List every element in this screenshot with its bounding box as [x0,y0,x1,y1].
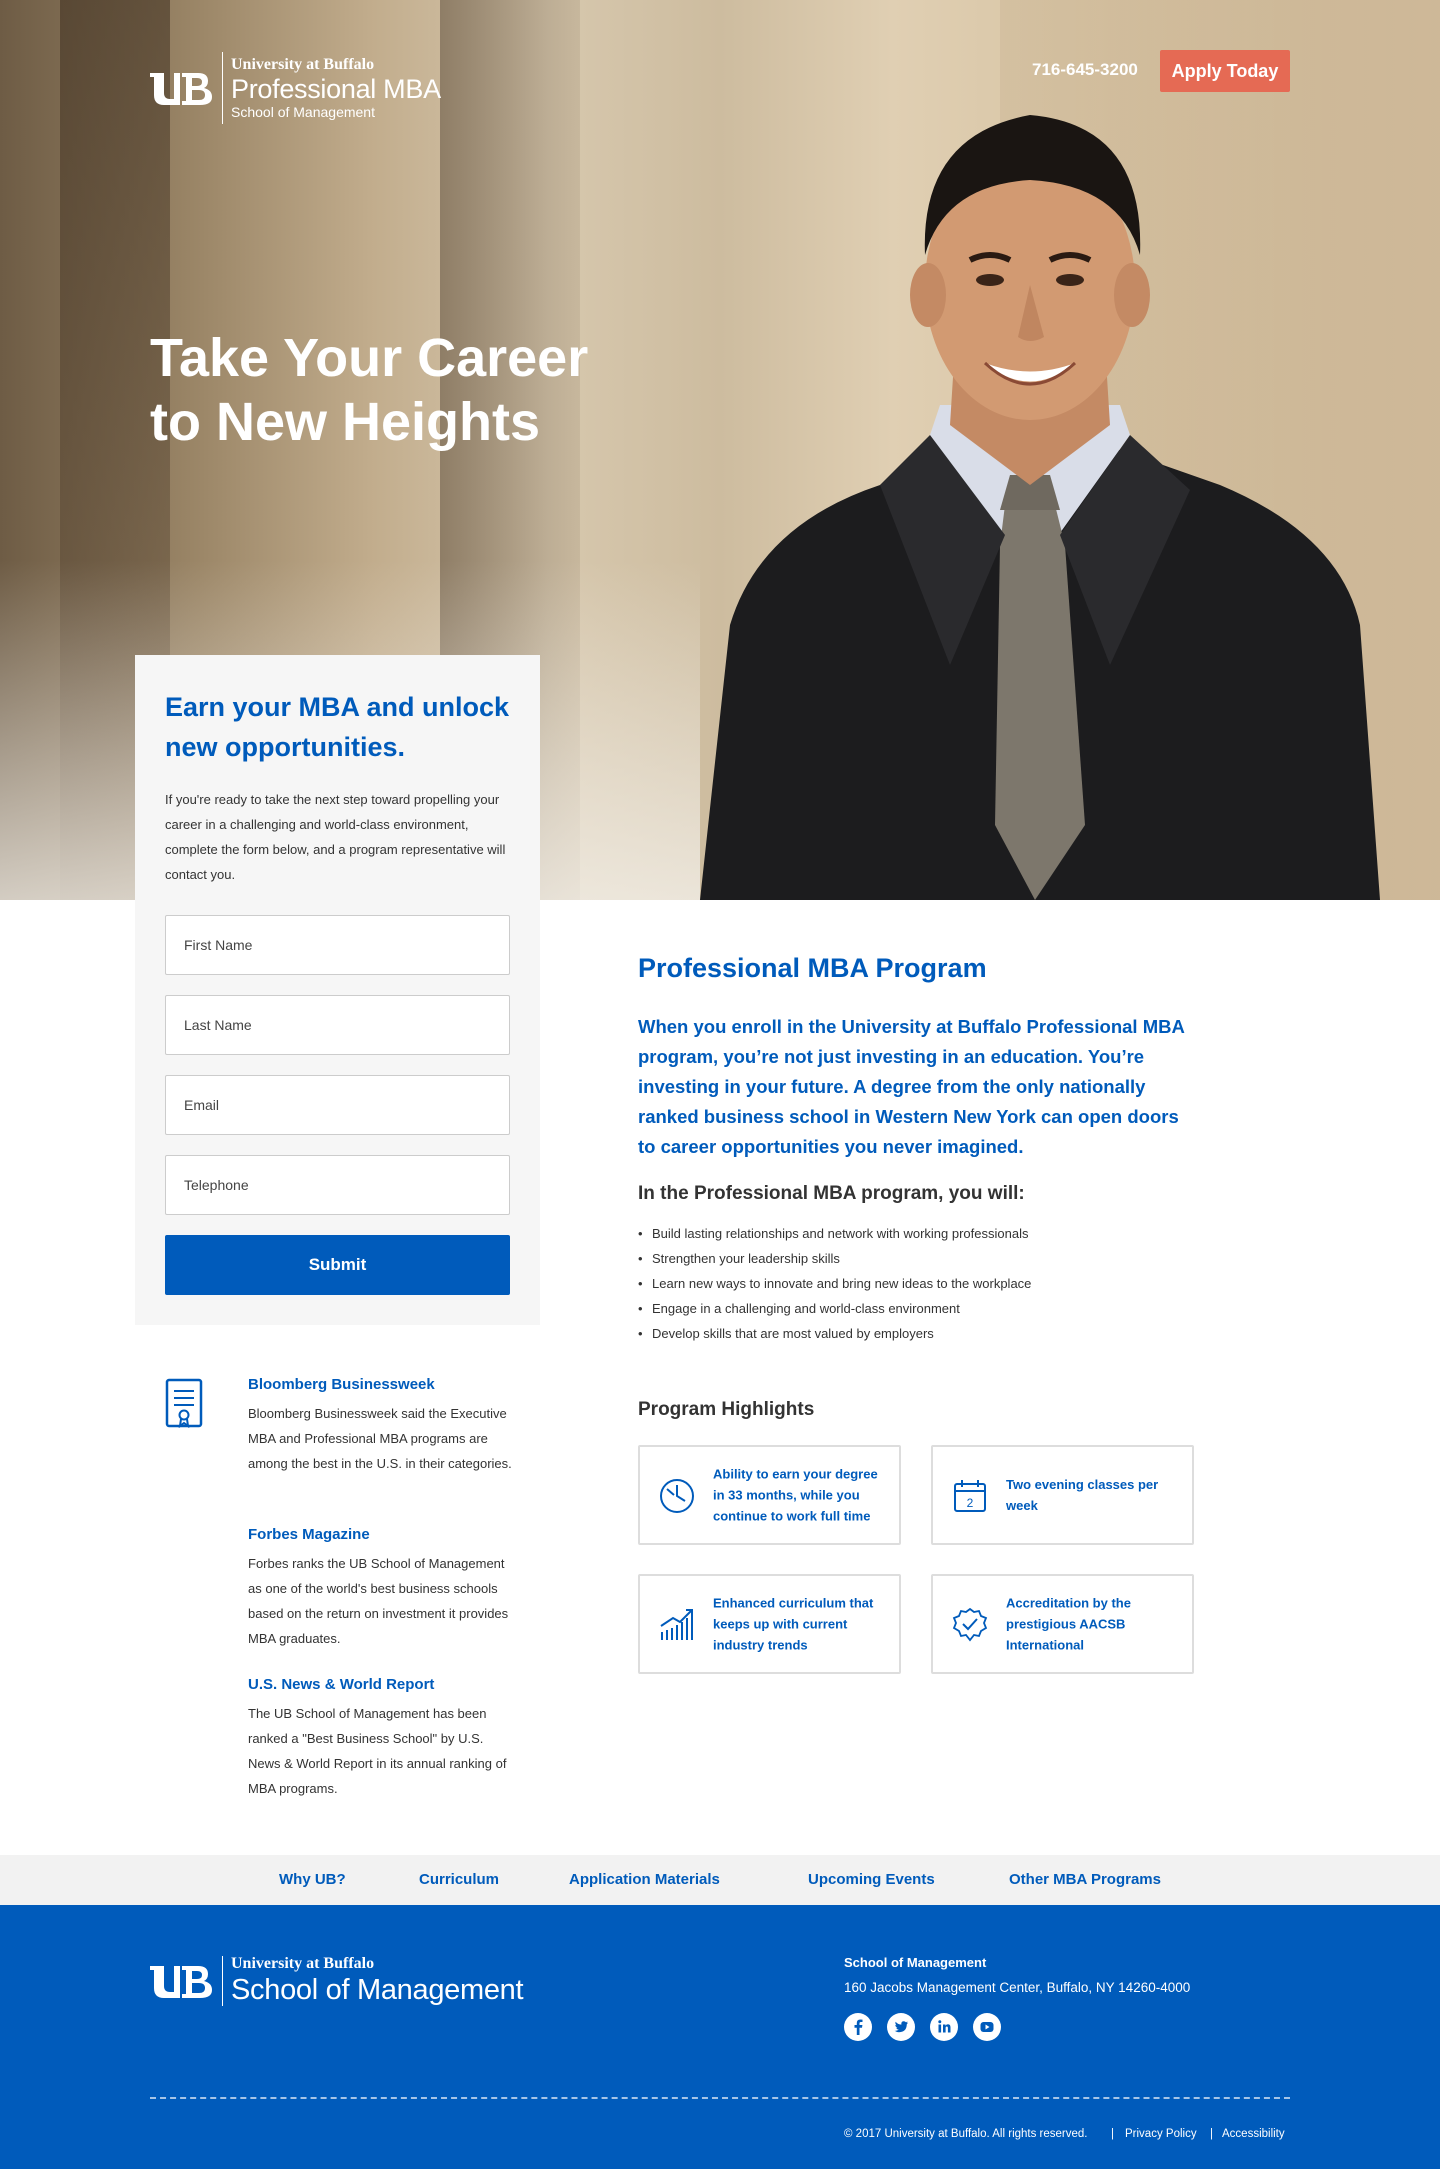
ub-logo-icon [150,73,212,105]
linkedin-icon[interactable] [930,2013,958,2041]
footer-logo[interactable]: University at Buffalo School of Manageme… [150,1955,524,2007]
highlight-text: Accreditation by the prestigious AACSB I… [1006,1595,1131,1653]
footer-divider [150,2097,1290,2099]
accessibility-link[interactable]: Accessibility [1222,2128,1285,2140]
privacy-policy-link[interactable]: Privacy Policy [1125,2128,1197,2140]
nav-link-application-materials[interactable]: Application Materials [569,1871,720,1888]
program-lead: When you enroll in the University at Buf… [638,1016,1185,1157]
logo-divider [222,52,223,124]
form-heading: Earn your MBA and unlock new opportuniti… [165,692,510,762]
ranking-text: Forbes ranks the UB School of Management… [248,1556,509,1646]
ranking-title: Forbes Magazine [248,1526,370,1543]
check-badge-icon [952,1607,988,1642]
footer-separator: | [1210,2128,1213,2140]
highlight-card: Ability to earn your degree in 33 months… [638,1445,901,1545]
nav-link-curriculum[interactable]: Curriculum [419,1871,499,1888]
hero-title-line1: Take Your Career [150,328,589,388]
footer-separator: | [1111,2128,1114,2140]
ranking-forbes: Forbes Magazine Forbes ranks the UB Scho… [248,1526,518,1651]
secondary-nav: Why UB? Curriculum Application Materials… [0,1855,1440,1905]
phone-link[interactable]: 716-645-3200 [1032,60,1138,80]
footer-logo-university: University at Buffalo [231,1955,375,1972]
trend-chart-icon [660,1609,693,1640]
list-item: Engage in a challenging and world-class … [638,1296,1031,1321]
lead-form-card: Earn your MBA and unlock new opportuniti… [135,655,540,1325]
nav-link-upcoming-events[interactable]: Upcoming Events [808,1871,935,1888]
logo-university: University at Buffalo [231,56,375,73]
form-intro: If you're ready to take the next step to… [165,792,506,882]
highlight-card: 2 Two evening classes per week [931,1445,1194,1545]
clock-icon [660,1479,694,1513]
footer-copyright: © 2017 University at Buffalo. All rights… [844,2128,1088,2140]
list-item: Learn new ways to innovate and bring new… [638,1271,1031,1296]
logo-program: Professional MBA [231,74,441,104]
highlight-text: Enhanced curriculum that keeps up with c… [713,1595,874,1653]
highlight-card: Accreditation by the prestigious AACSB I… [931,1574,1194,1674]
program-title: Professional MBA Program [638,953,987,983]
telephone-field[interactable] [165,1155,510,1215]
logo-school: School of Management [231,104,375,120]
calendar-number: 2 [967,1496,974,1510]
apply-today-button[interactable]: Apply Today [1160,50,1290,92]
hero-title-line2: to New Heights [150,392,541,452]
logo-divider [222,1956,223,2006]
ranking-title: Bloomberg Businessweek [248,1376,435,1393]
list-item: Strengthen your leadership skills [638,1246,1031,1271]
ub-logo-icon [150,1966,212,1998]
highlight-card: Enhanced curriculum that keeps up with c… [638,1574,901,1674]
nav-link-other-mba-programs[interactable]: Other MBA Programs [1009,1871,1161,1888]
calendar-icon: 2 [954,1480,986,1512]
header-logo[interactable]: University at Buffalo Professional MBA S… [150,52,441,124]
footer: University at Buffalo School of Manageme… [0,1905,1440,2169]
ranking-text: The UB School of Management has been ran… [248,1706,507,1796]
program-benefits-list: Build lasting relationships and network … [638,1221,1031,1346]
ranking-title: U.S. News & World Report [248,1676,435,1693]
certificate-icon [165,1378,203,1428]
footer-logo-school: School of Management [231,1974,524,2006]
list-item: Develop skills that are most valued by e… [638,1321,1031,1346]
footer-address: 160 Jacobs Management Center, Buffalo, N… [844,1980,1191,1995]
submit-button[interactable]: Submit [165,1235,510,1295]
last-name-field[interactable] [165,995,510,1055]
nav-link-why-ub[interactable]: Why UB? [279,1871,346,1888]
ranking-us-news: U.S. News & World Report The UB School o… [248,1676,518,1801]
ranking-bloomberg: Bloomberg Businessweek Bloomberg Busines… [248,1376,518,1476]
ranking-text: Bloomberg Businessweek said the Executiv… [248,1406,512,1471]
hero-person-photo [700,115,1380,900]
email-field[interactable] [165,1075,510,1135]
footer-school-name: School of Management [844,1955,987,1970]
youtube-icon[interactable] [973,2013,1001,2041]
first-name-field[interactable] [165,915,510,975]
twitter-icon[interactable] [887,2013,915,2041]
highlights-title: Program Highlights [638,1399,815,1420]
highlight-text: Ability to earn your degree in 33 months… [713,1466,878,1524]
program-will-heading: In the Professional MBA program, you wil… [638,1183,1025,1204]
highlight-text: Two evening classes per week [1006,1477,1159,1513]
hero-title: Take Your Career to New Heights [150,326,670,454]
facebook-icon[interactable] [844,2013,872,2041]
list-item: Build lasting relationships and network … [638,1221,1031,1246]
